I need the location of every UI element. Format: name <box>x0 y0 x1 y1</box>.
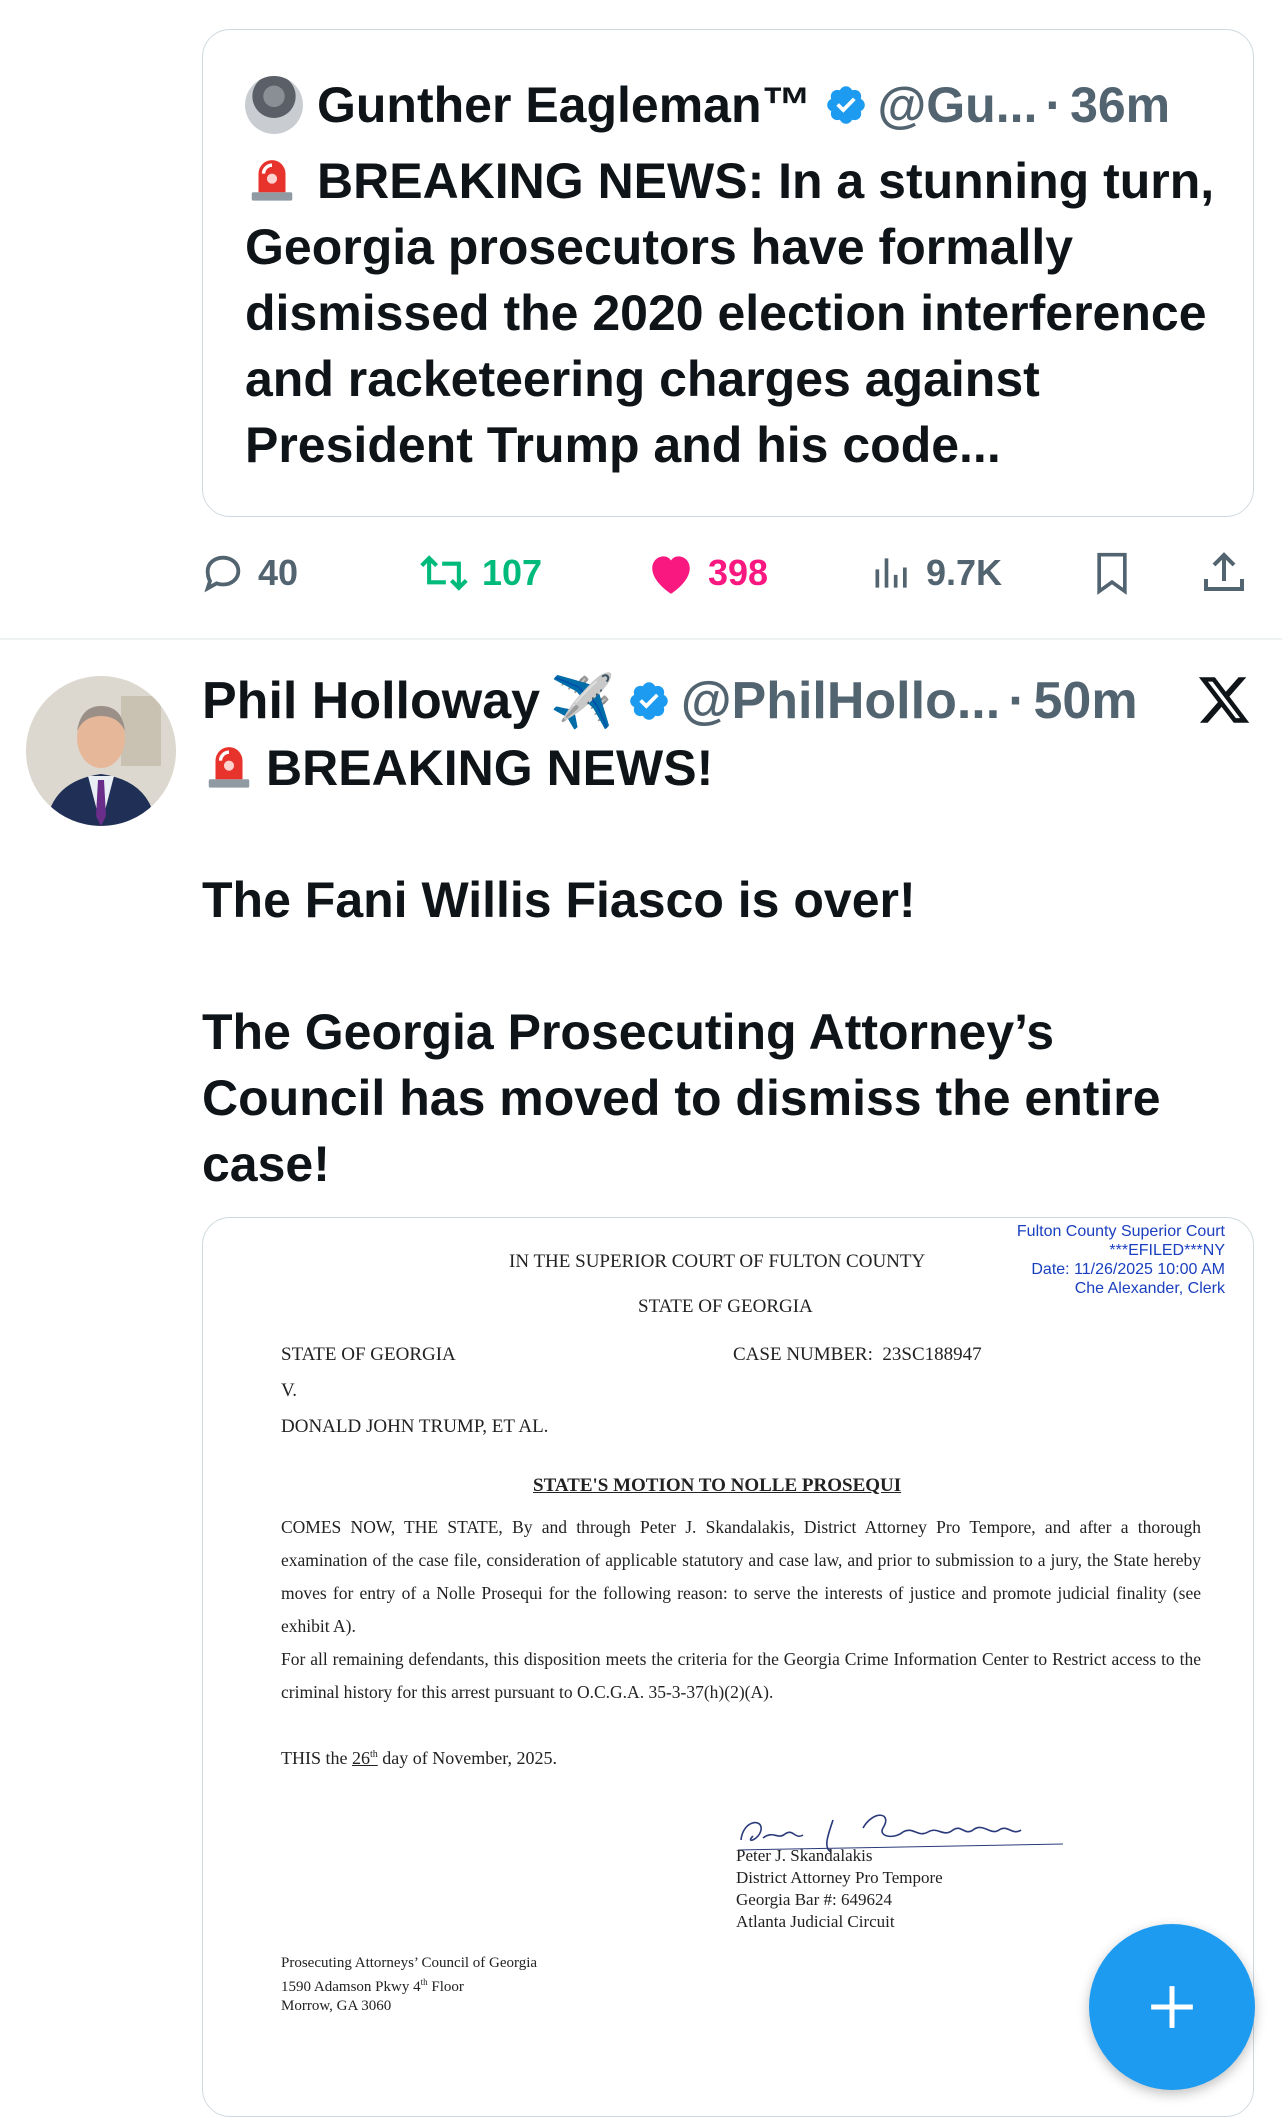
signer-bar-number: Georgia Bar #: 649624 <box>736 1890 892 1909</box>
state-heading: STATE OF GEORGIA <box>638 1296 813 1317</box>
retweet-button[interactable]: 107 <box>418 543 542 603</box>
footer-address: 1590 Adamson Pkwy 4th Floor <box>281 1973 537 1997</box>
date-day: 26th <box>352 1748 378 1768</box>
efile-court: Fulton County Superior Court <box>1016 1223 1225 1240</box>
quoted-tweet-card[interactable]: Gunther Eagleman™ @Gu... · 36m BREAKING … <box>202 29 1254 517</box>
views-chart-icon <box>875 558 907 588</box>
date-day-suffix: th <box>370 1749 378 1760</box>
views-button[interactable]: 9.7K <box>870 543 1002 603</box>
compose-button[interactable] <box>1089 1924 1255 2090</box>
tweet-line-1-text: BREAKING NEWS! <box>266 740 714 796</box>
signer-title: District Attorney Pro Tempore <box>736 1868 943 1887</box>
tweet-header: Phil Holloway ✈️ @PhilHollo... · 50m <box>202 668 1138 734</box>
author-name[interactable]: Phil Holloway <box>202 671 540 731</box>
signer-name: Peter J. Skandalakis <box>736 1846 873 1865</box>
tweet-action-bar: 40 107 398 9.7K <box>200 543 1260 603</box>
verified-badge-icon <box>826 86 865 124</box>
author-handle[interactable]: @PhilHollo... <box>681 671 1000 731</box>
motion-paragraph-1: COMES NOW, THE STATE, By and through Pet… <box>281 1517 1201 1636</box>
share-icon <box>1204 552 1244 591</box>
motion-paragraph-2: For all remaining defendants, this dispo… <box>281 1649 1201 1702</box>
efile-date: Date: 11/26/2025 10:00 AM <box>1031 1261 1225 1278</box>
document-footer: Prosecuting Attorneys’ Council of Georgi… <box>281 1954 537 2016</box>
tweet-text: BREAKING NEWS! The Fani Willis Fiasco is… <box>202 735 1202 1197</box>
efile-status: ***EFILED***NY <box>1109 1242 1225 1259</box>
case-label: CASE NUMBER: <box>733 1344 873 1365</box>
retweet-icon <box>420 555 468 591</box>
share-button[interactable] <box>1200 543 1260 603</box>
retweet-count: 107 <box>482 552 543 593</box>
motion-title: STATE'S MOTION TO NOLLE PROSEQUI <box>533 1475 902 1496</box>
bookmark-button[interactable] <box>1090 543 1146 603</box>
case-number: CASE NUMBER: 23SC188947 <box>733 1344 982 1366</box>
tweet-time[interactable]: 50m <box>1034 671 1138 731</box>
reply-icon <box>204 555 241 593</box>
footer-org: Prosecuting Attorneys’ Council of Georgi… <box>281 1955 538 1971</box>
case-number-value: 23SC188947 <box>882 1344 982 1365</box>
reply-count: 40 <box>258 552 299 593</box>
reply-button[interactable]: 40 <box>200 543 298 603</box>
footer-address-a: 1590 Adamson Pkwy 4 <box>281 1979 421 1995</box>
date-prefix: THIS the <box>281 1748 348 1768</box>
tweet-line-3: The Georgia Prosecuting Attorney’s Counc… <box>202 1004 1161 1192</box>
heart-icon <box>652 556 690 594</box>
plus-icon <box>1151 1986 1193 2028</box>
footer-city: Morrow, GA 3060 <box>281 1998 392 2014</box>
date-line: THIS the 26th day of November, 2025. <box>281 1748 557 1769</box>
quoted-tweet-time[interactable]: 36m <box>1070 76 1170 134</box>
quoted-tweet-text: BREAKING NEWS: In a stunning turn, Georg… <box>245 148 1235 478</box>
views-count: 9.7K <box>926 552 1003 593</box>
footer-address-sup: th <box>420 1977 428 1987</box>
quoted-author-avatar[interactable] <box>245 76 303 134</box>
bookmark-icon <box>1097 552 1127 595</box>
separator-dot: · <box>1045 77 1063 133</box>
efile-clerk: Che Alexander, Clerk <box>1074 1280 1225 1297</box>
court-name: IN THE SUPERIOR COURT OF FULTON COUNTY <box>509 1251 926 1272</box>
separator-dot: · <box>1008 672 1026 730</box>
verified-badge-icon <box>630 682 668 720</box>
plaintiff: STATE OF GEORGIA <box>281 1344 456 1365</box>
efile-stamp: Fulton County Superior Court ***EFILED**… <box>965 1222 1225 1298</box>
signature-block: Peter J. Skandalakis District Attorney P… <box>736 1845 943 1933</box>
defendant: DONALD JOHN TRUMP, ET AL. <box>281 1416 549 1437</box>
x-logo-icon[interactable] <box>1196 672 1252 728</box>
portrait-image <box>26 676 176 826</box>
signer-circuit: Atlanta Judicial Circuit <box>736 1912 895 1931</box>
like-button[interactable]: 398 <box>646 543 768 603</box>
quoted-author-name[interactable]: Gunther Eagleman™ <box>317 76 812 134</box>
quoted-author-handle[interactable]: @Gu... <box>878 76 1038 134</box>
date-day-number: 26 <box>352 1748 370 1768</box>
versus: V. <box>281 1380 298 1401</box>
footer-address-b: Floor <box>431 1979 464 1995</box>
like-count: 398 <box>708 552 769 593</box>
quoted-tweet-header: Gunther Eagleman™ @Gu... · 36m <box>245 74 1170 136</box>
rotating-light-icon <box>208 747 250 788</box>
airplane-emoji: ✈️ <box>550 672 615 731</box>
tweet-line-1: BREAKING NEWS! <box>202 735 1202 801</box>
date-suffix: day of November, 2025. <box>382 1748 558 1768</box>
rotating-light-icon <box>251 160 293 201</box>
tweet-divider <box>0 638 1282 640</box>
quoted-tweet-body: BREAKING NEWS: In a stunning turn, Georg… <box>245 153 1215 473</box>
author-avatar[interactable] <box>26 676 176 826</box>
tweet-line-2: The Fani Willis Fiasco is over! <box>202 872 916 928</box>
